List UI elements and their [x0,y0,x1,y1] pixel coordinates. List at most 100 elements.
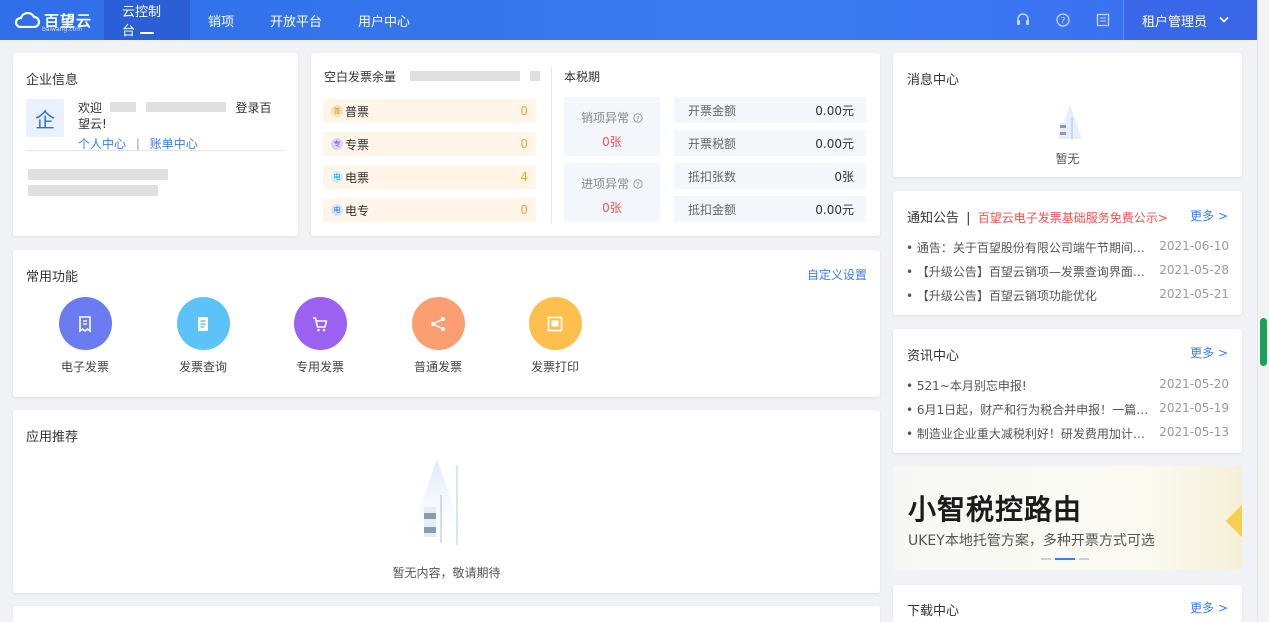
banner-title: 小智税控路由 [908,493,1083,526]
nav-open-platform[interactable]: 开放平台 [252,0,340,40]
carousel-dots[interactable] [1041,558,1089,560]
enterprise-info-card: 企业信息 企 欢迎 登录百 望云! 个人中心 | 账单中心 [13,53,298,236]
nav-cloud-console[interactable]: 云控制台 [104,0,190,40]
notices-card: 通知公告 | 百望云电子发票基础服务免费公示> 更多 > • 通告：关于百望股份… [893,191,1242,315]
input-abnormal-value: 0张 [602,201,622,215]
scrollbar-thumb[interactable] [1260,318,1267,366]
card-title: 企业信息 [26,73,79,88]
invoice-row-regular[interactable]: 普 普票 0 [323,99,536,123]
help-icon[interactable]: ? [1043,0,1083,40]
invoice-stock-card: 空白发票余量 普 普票 0 专 专票 0 电 电票 4 电 电专 0 本税期 销… [311,53,880,236]
blurred-info [28,169,168,180]
func-e-invoice[interactable]: 电子发票 [35,297,135,375]
cart-icon [293,297,347,350]
carousel-dot[interactable] [1079,558,1089,560]
logo-subtext: baiwang.com [42,26,83,33]
nav-sales[interactable]: 销项 [190,0,252,40]
user-name: 租户管理员 [1141,14,1207,30]
card-title: 常用功能 [26,270,79,285]
electronic-special-icon: 电 [331,204,343,216]
carousel-dot[interactable] [1041,558,1051,560]
func-special-invoice[interactable]: 专用发票 [270,297,370,375]
app-recommend-card: 应用推荐 暂无内容，敬请期待 [13,410,880,593]
user-menu[interactable]: 租户管理员 [1123,0,1257,40]
notices-more-link[interactable]: 更多 > [1190,207,1228,224]
empty-state-icon [1058,105,1082,139]
document-icon[interactable] [1083,0,1123,40]
divider [551,67,552,223]
company-avatar: 企 [26,99,64,137]
blurred-company [529,71,540,81]
empty-message: 暂无 [1055,152,1080,166]
invoice-query-icon [176,297,230,350]
carousel-dot-active[interactable] [1055,558,1075,560]
logo[interactable]: 百望云 baiwang.com [0,0,104,40]
list-item[interactable]: • 通告：关于百望股份有限公司端午节期间工作安排 2021-06-10 [906,239,1229,256]
customize-settings-link[interactable]: 自定义设置 [807,266,867,283]
notice-highlight-link[interactable]: 百望云电子发票基础服务免费公示> [978,211,1168,225]
list-item[interactable]: • 【升级公告】百望云销项—发票查询界面相关优化 2021-05-28 [906,263,1229,280]
bottom-card [13,606,880,622]
e-invoice-icon [58,297,112,350]
chevron-down-icon [1219,16,1229,23]
list-item[interactable]: • 制造业企业重大减税利好！研发费用加计扣除比例提高2021-05-13 [906,425,1229,442]
nav-user-center[interactable]: 用户中心 [340,0,428,40]
electronic-invoice-icon: 电 [331,171,343,183]
list-item[interactable]: • 521~本月别忘申报! 2021-05-20 [906,377,1229,394]
downloads-more-link[interactable]: 更多 > [1190,599,1228,616]
message-center-card: 消息中心 暂无 [893,53,1242,177]
invoice-row-electronic[interactable]: 电 电票 4 [323,165,536,189]
list-item[interactable]: • 6月1日起，财产和行为税合并申报！一篇知晓新变化2021-05-19 [906,401,1229,418]
welcome-text: 欢迎 登录百 望云! [78,101,272,131]
bill-center-link[interactable]: 账单中心 [150,137,198,151]
invoice-row-electronic-special[interactable]: 电 电专 0 [323,198,536,222]
card-title: 空白发票余量 [324,68,540,85]
news-more-link[interactable]: 更多 > [1190,344,1228,361]
svg-text:?: ? [636,181,640,189]
func-regular-invoice[interactable]: 普通发票 [388,297,488,375]
invoice-tax: 开票税额 0.00元 [674,130,866,156]
card-title: 应用推荐 [26,430,79,445]
promo-banner[interactable]: 小智税控路由 UKEY本地托管方案，多种开票方式可选 [893,466,1242,570]
news-card: 资讯中心 更多 > • 521~本月别忘申报! 2021-05-20 • 6月1日… [893,329,1242,453]
card-title: 下载中心 [907,604,960,619]
card-title: 消息中心 [907,73,960,88]
divider: | [135,137,140,151]
list-item[interactable]: • 【升级公告】百望云销项功能优化 2021-05-21 [906,287,1229,304]
headset-icon[interactable] [1003,0,1043,40]
deduction-amount: 抵扣金额 0.00元 [674,196,866,222]
cloud-icon [14,12,40,28]
page-scrollbar[interactable] [1257,0,1269,622]
blurred-name [109,102,136,112]
personal-center-link[interactable]: 个人中心 [78,137,126,151]
help-icon: ? [633,113,643,123]
decorative-shape [1225,499,1242,543]
tax-period-title: 本税期 [564,70,601,84]
input-abnormal-box[interactable]: 进项异常 ? 0张 [564,163,660,222]
blurred-info [28,185,158,196]
card-title: 资讯中心 [907,349,960,364]
special-invoice-icon: 专 [331,138,343,150]
svg-text:?: ? [636,115,640,123]
invoice-amount: 开票金额 0.00元 [674,97,866,123]
blurred-name [145,102,226,112]
sales-abnormal-value: 0张 [602,135,622,149]
empty-state-icon [407,459,467,545]
func-invoice-query[interactable]: 发票查询 [153,297,253,375]
sales-abnormal-box[interactable]: 销项异常 ? 0张 [564,97,660,156]
common-functions-card: 常用功能 自定义设置 电子发票 发票查询 专用发票 普通发票 发票打印 [13,250,880,397]
divider [26,150,285,151]
deduction-count: 抵扣张数 0张 [674,163,866,189]
blurred-company [409,71,520,81]
banner-subtitle: UKEY本地托管方案，多种开票方式可选 [908,533,1155,549]
empty-message: 暂无内容，敬请期待 [392,566,501,580]
func-invoice-print[interactable]: 发票打印 [505,297,605,375]
help-icon: ? [633,179,643,189]
top-bar: 百望云 baiwang.com 云控制台 销项 开放平台 用户中心 ? 租户管理… [0,0,1257,40]
print-icon [528,297,582,350]
share-icon [411,297,465,350]
regular-invoice-icon: 普 [331,105,343,117]
download-center-card: 下载中心 更多 > [893,585,1242,622]
svg-text:?: ? [1061,17,1066,27]
invoice-row-special[interactable]: 专 专票 0 [323,132,536,156]
